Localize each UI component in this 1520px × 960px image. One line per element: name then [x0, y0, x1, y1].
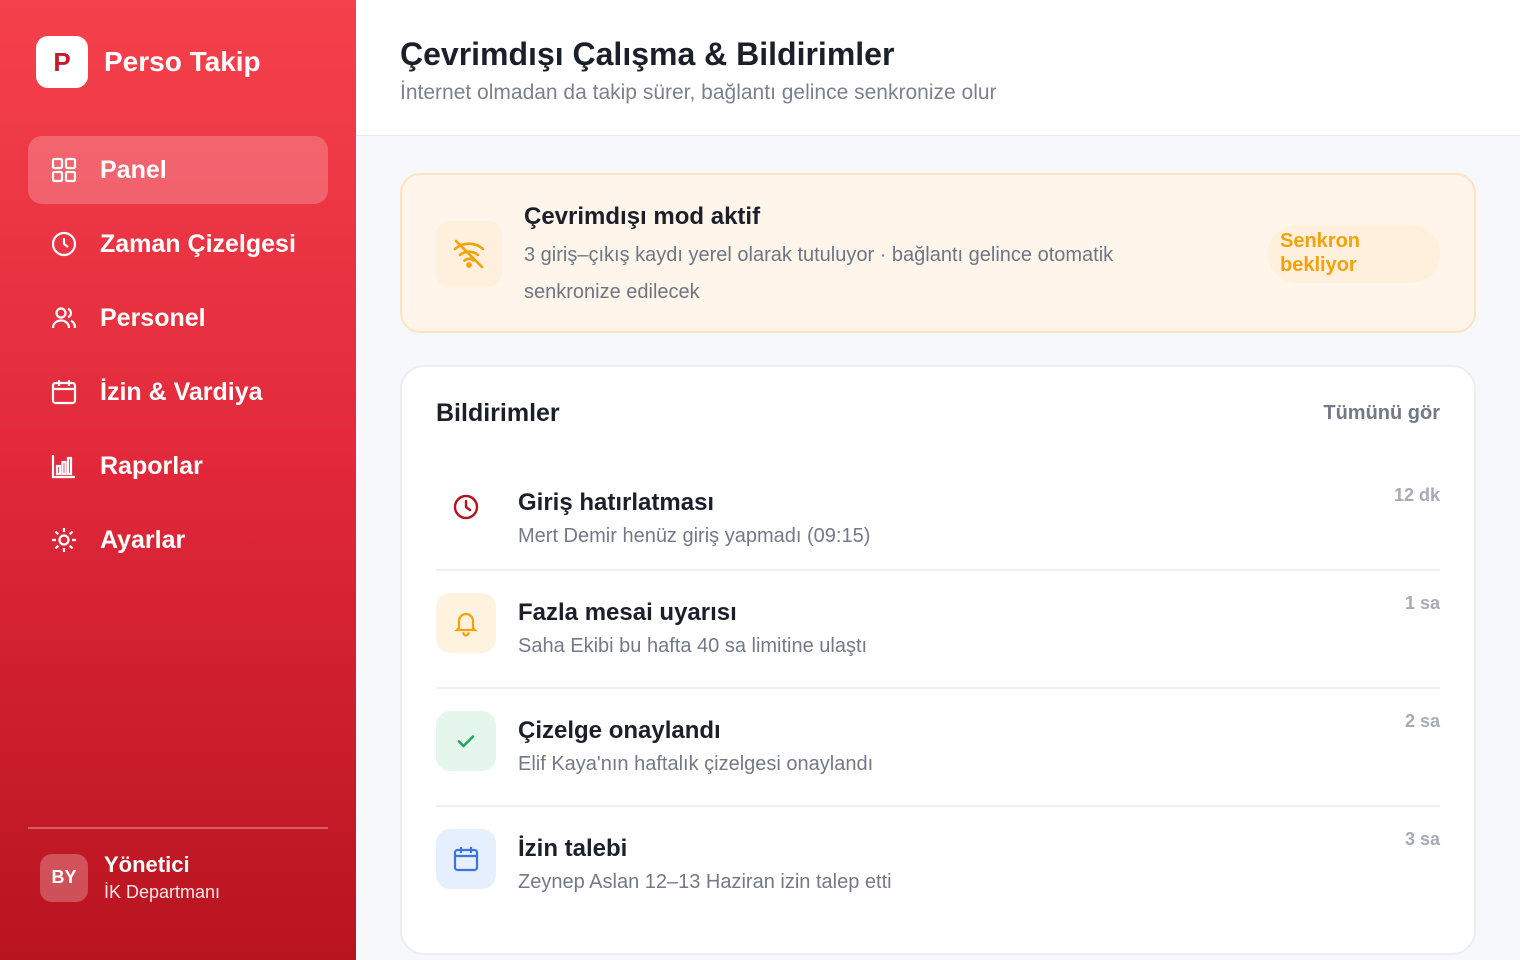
sidebar-item-label: Panel [100, 155, 167, 184]
wifi-off-icon [436, 221, 502, 287]
notifications-list: Giriş hatırlatması Mert Demir henüz giri… [436, 457, 1440, 925]
notification-title: İzin talebi [518, 835, 628, 862]
clock-icon [50, 230, 78, 258]
sidebar: P Perso Takip Panel Zaman Çizelgesi Pers… [0, 0, 356, 960]
users-icon [50, 304, 78, 332]
offline-description: 3 giriş–çıkış kaydı yerel olarak tutuluy… [524, 244, 1114, 303]
sidebar-item-settings[interactable]: Ayarlar [28, 506, 328, 574]
sidebar-divider [28, 827, 328, 829]
bell-icon [436, 593, 496, 653]
check-icon [436, 711, 496, 771]
notifications-heading: Bildirimler [436, 399, 560, 427]
page-header: Çevrimdışı Çalışma & Bildirimler İnterne… [356, 0, 1520, 136]
sync-status-badge: Senkron bekliyor [1268, 225, 1440, 283]
avatar: BY [40, 853, 88, 902]
sidebar-item-label: Ayarlar [100, 525, 186, 554]
user-profile[interactable]: BY Yönetici İK Departmanı [40, 852, 220, 903]
gear-icon [50, 526, 78, 554]
sidebar-item-reports[interactable]: Raporlar [28, 432, 328, 500]
sidebar-item-label: Raporlar [100, 451, 203, 480]
notifications-panel: Bildirimler Tümünü gör Giriş hatırlatmas… [400, 365, 1476, 955]
sidebar-item-leave-shift[interactable]: İzin & Vardiya [28, 358, 328, 426]
brand-logo: P [36, 36, 88, 88]
notification-title: Giriş hatırlatması [518, 489, 715, 516]
offline-mode-banner: Çevrimdışı mod aktif 3 giriş–çıkış kaydı… [400, 173, 1476, 333]
brand[interactable]: P Perso Takip [36, 36, 261, 88]
notification-item[interactable]: Giriş hatırlatması Mert Demir henüz giri… [436, 457, 1440, 571]
sidebar-nav: Panel Zaman Çizelgesi Personel İzin & Va… [28, 136, 328, 580]
sidebar-item-timesheet[interactable]: Zaman Çizelgesi [28, 210, 328, 278]
sidebar-item-panel[interactable]: Panel [28, 136, 328, 204]
notification-item[interactable]: Çizelge onaylandı Elif Kaya'nın haftalık… [436, 689, 1440, 807]
notification-time: 2 sa [1404, 711, 1440, 731]
grid-icon [50, 156, 78, 184]
user-name: Yönetici [104, 852, 190, 877]
notification-description: Zeynep Aslan 12–13 Haziran izin talep et… [518, 871, 892, 893]
notification-item[interactable]: Fazla mesai uyarısı Saha Ekibi bu hafta … [436, 571, 1440, 689]
notification-title: Çizelge onaylandı [518, 717, 721, 744]
brand-name: Perso Takip [104, 46, 261, 77]
see-all-link[interactable]: Tümünü gör [1323, 402, 1440, 425]
main-content: Çevrimdışı Çalışma & Bildirimler İnterne… [356, 0, 1520, 960]
offline-title: Çevrimdışı mod aktif [524, 203, 761, 230]
notification-description: Saha Ekibi bu hafta 40 sa limitine ulaşt… [518, 635, 868, 657]
page-subtitle: İnternet olmadan da takip sürer, bağlant… [400, 81, 997, 104]
notification-time: 1 sa [1404, 593, 1440, 613]
notification-time: 12 dk [1393, 485, 1440, 505]
page-title: Çevrimdışı Çalışma & Bildirimler [400, 36, 895, 72]
notification-item[interactable]: İzin talebi Zeynep Aslan 12–13 Haziran i… [436, 807, 1440, 925]
bar-chart-icon [50, 452, 78, 480]
sidebar-item-personnel[interactable]: Personel [28, 284, 328, 352]
notification-description: Mert Demir henüz giriş yapmadı (09:15) [518, 525, 871, 547]
user-department: İK Departmanı [104, 882, 221, 902]
sidebar-item-label: Zaman Çizelgesi [100, 229, 296, 258]
notification-time: 3 sa [1404, 829, 1440, 849]
notification-title: Fazla mesai uyarısı [518, 599, 737, 626]
notification-description: Elif Kaya'nın haftalık çizelgesi onaylan… [518, 753, 874, 775]
calendar-icon [50, 378, 78, 406]
clock-icon [436, 477, 496, 537]
sidebar-item-label: Personel [100, 303, 206, 332]
user-info: Yönetici İK Departmanı [104, 852, 220, 903]
sidebar-item-label: İzin & Vardiya [100, 377, 263, 406]
calendar-icon [436, 829, 496, 889]
notifications-header: Bildirimler Tümünü gör [436, 399, 1440, 428]
